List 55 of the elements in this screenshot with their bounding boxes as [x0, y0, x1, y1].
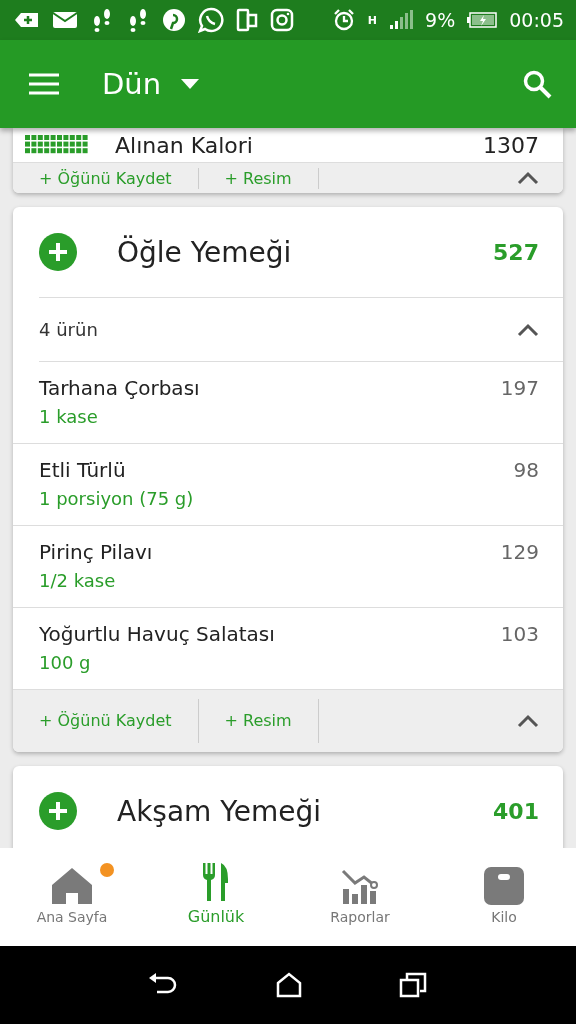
- nav-tab[interactable]: Kilo: [432, 848, 576, 946]
- devices-icon: [236, 8, 258, 32]
- home-icon: [52, 866, 92, 905]
- food-calories: 98: [513, 458, 539, 484]
- collapse-icon[interactable]: [517, 714, 539, 728]
- chat-icon: [198, 7, 224, 33]
- notification-icon: [14, 10, 40, 30]
- add-icon[interactable]: [39, 233, 77, 271]
- food-item[interactable]: Etli Türlü 1 porsiyon (75 g) 98: [13, 444, 563, 526]
- food-calories: 129: [500, 540, 539, 566]
- food-calories: 197: [500, 376, 539, 402]
- mail-icon: [52, 10, 78, 30]
- nav-tab[interactable]: Günlük: [144, 848, 288, 946]
- calorie-grid-icon: [25, 135, 89, 155]
- food-amount: 1/2 kase: [39, 570, 117, 591]
- meal-calories: 527: [493, 239, 539, 265]
- food-name: Etli Türlü: [39, 458, 127, 482]
- caret-icon: [181, 79, 200, 89]
- fork-knife-icon: [201, 863, 231, 903]
- food-amount: 1 kase: [39, 406, 99, 427]
- network-type: H: [367, 13, 378, 27]
- home-icon[interactable]: [276, 972, 302, 998]
- item-count: 4 ürün: [39, 319, 98, 340]
- food-name: Yoğurtlu Havuç Salatası: [39, 622, 275, 646]
- scale-icon: [484, 866, 524, 905]
- search-icon[interactable]: [522, 69, 552, 99]
- food-amount: 1 porsiyon (75 g): [39, 488, 194, 509]
- calorie-label: Alınan Kalori: [115, 132, 253, 158]
- battery-percent: 9%: [425, 9, 456, 31]
- signal-icon: [389, 10, 414, 30]
- meal-calories: 401: [493, 798, 539, 824]
- food-item[interactable]: Tarhana Çorbası 1 kase 197: [13, 362, 563, 444]
- collapse-icon[interactable]: [517, 171, 539, 185]
- collapse-icon[interactable]: [517, 322, 539, 337]
- camera-icon: [270, 8, 294, 32]
- action-link[interactable]: + Resim: [198, 699, 319, 743]
- clock: 00:05: [509, 9, 564, 31]
- food-amount: 100 g: [39, 652, 92, 673]
- food-name: Pirinç Pilavı: [39, 540, 153, 564]
- action-link[interactable]: + Öğünü Kaydet: [13, 167, 199, 189]
- nav-tab[interactable]: Raporlar: [288, 848, 432, 946]
- food-item[interactable]: Pirinç Pilavı 1/2 kase 129: [13, 526, 563, 608]
- battery-icon: [467, 12, 498, 28]
- meal-name: Öğle Yemeği: [117, 235, 292, 269]
- menu-icon[interactable]: [28, 72, 60, 96]
- action-link[interactable]: + Öğünü Kaydet: [13, 699, 199, 743]
- calorie-total: 1307: [483, 132, 539, 158]
- date-dropdown[interactable]: Dün: [102, 67, 200, 101]
- food-calories: 103: [500, 622, 539, 648]
- food-name: Tarhana Çorbası: [39, 376, 200, 400]
- nav-tab[interactable]: Ana Sayfa: [0, 848, 144, 946]
- recent-apps-icon[interactable]: [399, 972, 428, 998]
- meal-name: Akşam Yemeği: [117, 794, 321, 828]
- add-icon[interactable]: [39, 792, 77, 830]
- action-link[interactable]: + Resim: [198, 167, 319, 189]
